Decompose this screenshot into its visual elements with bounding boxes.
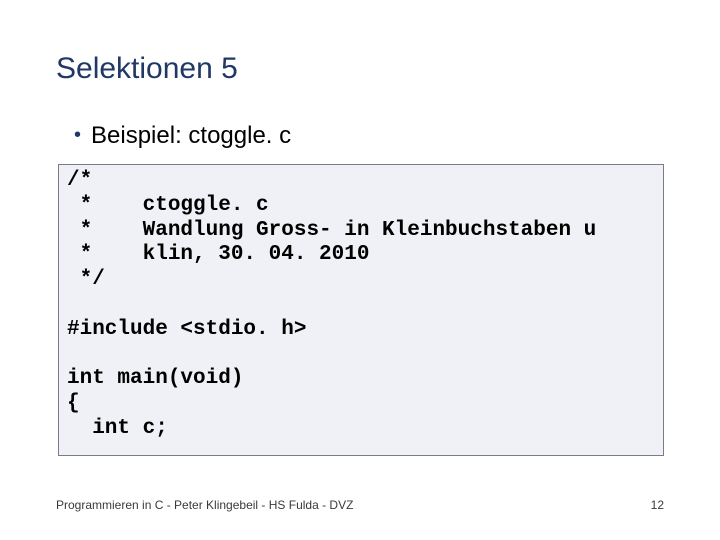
page-number: 12 [651,498,664,512]
slide: Selektionen 5 • Beispiel: ctoggle. c /* … [0,0,720,540]
bullet-text: Beispiel: ctoggle. c [91,122,291,150]
slide-title: Selektionen 5 [56,52,664,86]
bullet-dot-icon: • [74,125,81,145]
code-content: /* * ctoggle. c * Wandlung Gross- in Kle… [67,169,655,441]
bullet-item: • Beispiel: ctoggle. c [74,122,664,150]
code-block: /* * ctoggle. c * Wandlung Gross- in Kle… [58,164,664,456]
footer-text: Programmieren in C - Peter Klingebeil - … [56,498,353,512]
